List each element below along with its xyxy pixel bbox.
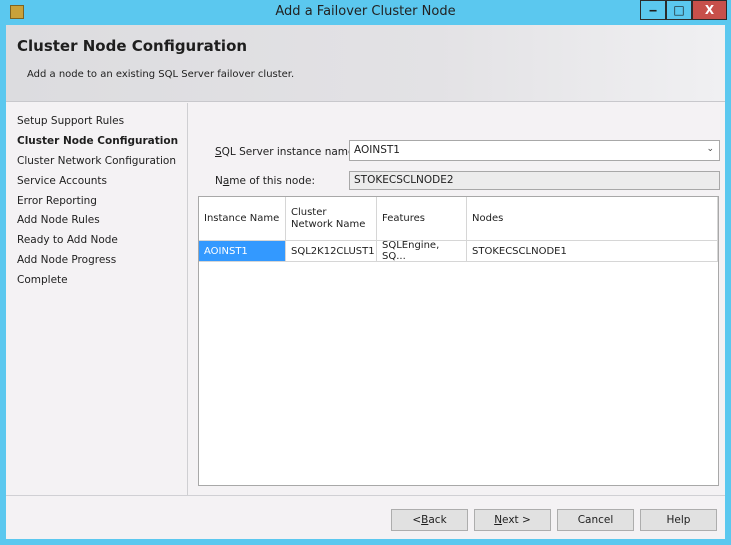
page-subtitle: Add a node to an existing SQL Server fai… xyxy=(27,69,295,80)
page-header: Cluster Node Configuration Add a node to… xyxy=(6,25,725,102)
step-add-node-rules[interactable]: Add Node Rules xyxy=(17,214,100,226)
next-button[interactable]: Next > xyxy=(474,509,551,531)
column-header-nodes[interactable]: Nodes xyxy=(467,197,718,241)
minimize-button[interactable]: ‒ xyxy=(640,0,666,20)
column-header-instance-name[interactable]: Instance Name xyxy=(199,197,286,241)
dialog-client: Cluster Node Configuration Add a node to… xyxy=(6,25,725,539)
instance-name-label: SQL Server instance name: xyxy=(215,146,359,158)
cell-cluster-network-name[interactable]: SQL2K12CLUST1 xyxy=(286,241,377,262)
step-ready-to-add-node[interactable]: Ready to Add Node xyxy=(17,234,118,246)
close-button[interactable]: X xyxy=(692,0,727,20)
step-service-accounts[interactable]: Service Accounts xyxy=(17,175,107,187)
step-complete[interactable]: Complete xyxy=(17,274,68,286)
table-row[interactable]: AOINST1 SQL2K12CLUST1 SQLEngine, SQ... S… xyxy=(199,240,718,262)
help-button[interactable]: Help xyxy=(640,509,717,531)
node-name-label: Name of this node: xyxy=(215,175,316,187)
step-setup-support-rules[interactable]: Setup Support Rules xyxy=(17,115,124,127)
grid-header: Instance Name Cluster Network Name Featu… xyxy=(199,197,718,241)
instances-grid[interactable]: Instance Name Cluster Network Name Featu… xyxy=(198,196,719,486)
page-title: Cluster Node Configuration xyxy=(17,37,248,55)
instance-name-select[interactable]: AOINST1 ⌄ xyxy=(349,140,720,161)
cell-features[interactable]: SQLEngine, SQ... xyxy=(377,240,467,262)
instance-name-value: AOINST1 xyxy=(354,144,400,156)
step-cluster-network-configuration[interactable]: Cluster Network Configuration xyxy=(17,155,176,167)
column-header-features[interactable]: Features xyxy=(377,197,467,241)
node-name-field: STOKECSCLNODE2 xyxy=(349,171,720,190)
step-error-reporting[interactable]: Error Reporting xyxy=(17,195,97,207)
column-header-cluster-network-name[interactable]: Cluster Network Name xyxy=(286,197,377,241)
title-bar: Add a Failover Cluster Node ‒ □ X xyxy=(0,0,731,25)
cell-instance-name[interactable]: AOINST1 xyxy=(199,241,286,262)
back-button[interactable]: < Back xyxy=(391,509,468,531)
cell-nodes[interactable]: STOKECSCLNODE1 xyxy=(467,241,718,262)
step-cluster-node-configuration[interactable]: Cluster Node Configuration xyxy=(17,135,178,147)
window-title: Add a Failover Cluster Node xyxy=(275,4,456,19)
chevron-down-icon[interactable]: ⌄ xyxy=(706,144,714,154)
wizard-steps: Setup Support Rules Cluster Node Configu… xyxy=(6,103,188,495)
step-add-node-progress[interactable]: Add Node Progress xyxy=(17,254,116,266)
maximize-button[interactable]: □ xyxy=(666,0,692,20)
cancel-button[interactable]: Cancel xyxy=(557,509,634,531)
footer-divider xyxy=(6,495,725,496)
